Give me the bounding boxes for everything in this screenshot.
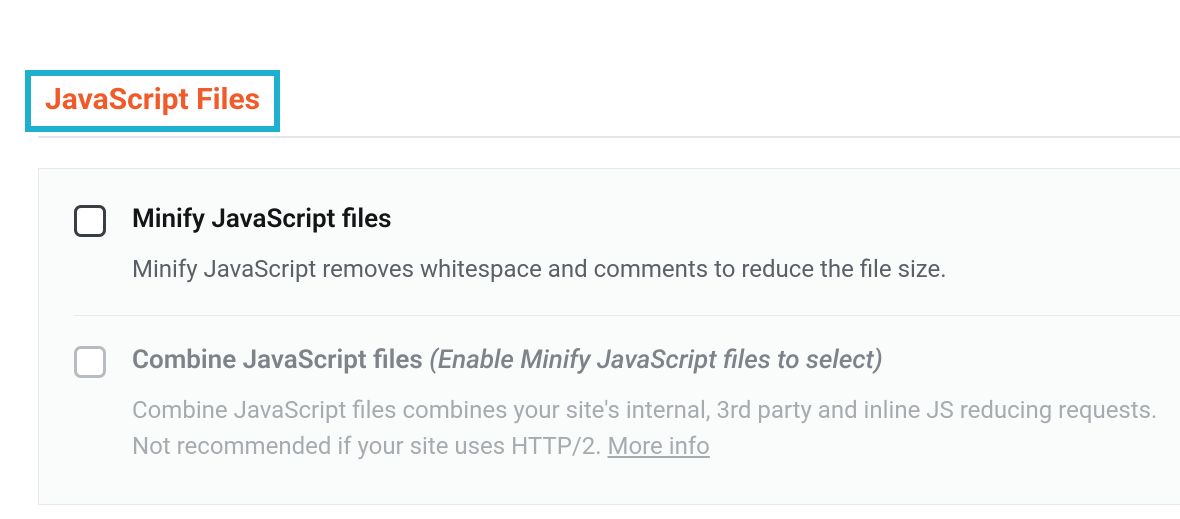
- section-header: JavaScript Files: [0, 0, 1180, 132]
- option-content: Combine JavaScript files (Enable Minify …: [132, 344, 1180, 464]
- option-divider: [74, 315, 1180, 316]
- checkbox-combine-js: [74, 346, 106, 378]
- checkbox-minify-js[interactable]: [74, 205, 106, 237]
- more-info-link[interactable]: More info: [608, 432, 710, 460]
- option-description: Minify JavaScript removes whitespace and…: [132, 251, 1180, 287]
- option-title-text: Combine JavaScript files: [132, 345, 423, 375]
- settings-panel: Minify JavaScript files Minify JavaScrip…: [38, 168, 1180, 505]
- option-combine-js: Combine JavaScript files (Enable Minify …: [74, 344, 1180, 464]
- option-minify-js: Minify JavaScript files Minify JavaScrip…: [74, 203, 1180, 287]
- option-title: Combine JavaScript files (Enable Minify …: [132, 344, 1180, 378]
- option-content: Minify JavaScript files Minify JavaScrip…: [132, 203, 1180, 287]
- section-title: JavaScript Files: [25, 70, 280, 132]
- option-hint: (Enable Minify JavaScript files to selec…: [429, 345, 883, 375]
- option-description: Combine JavaScript files combines your s…: [132, 392, 1180, 464]
- section-divider: [38, 136, 1180, 138]
- option-title: Minify JavaScript files: [132, 203, 1180, 237]
